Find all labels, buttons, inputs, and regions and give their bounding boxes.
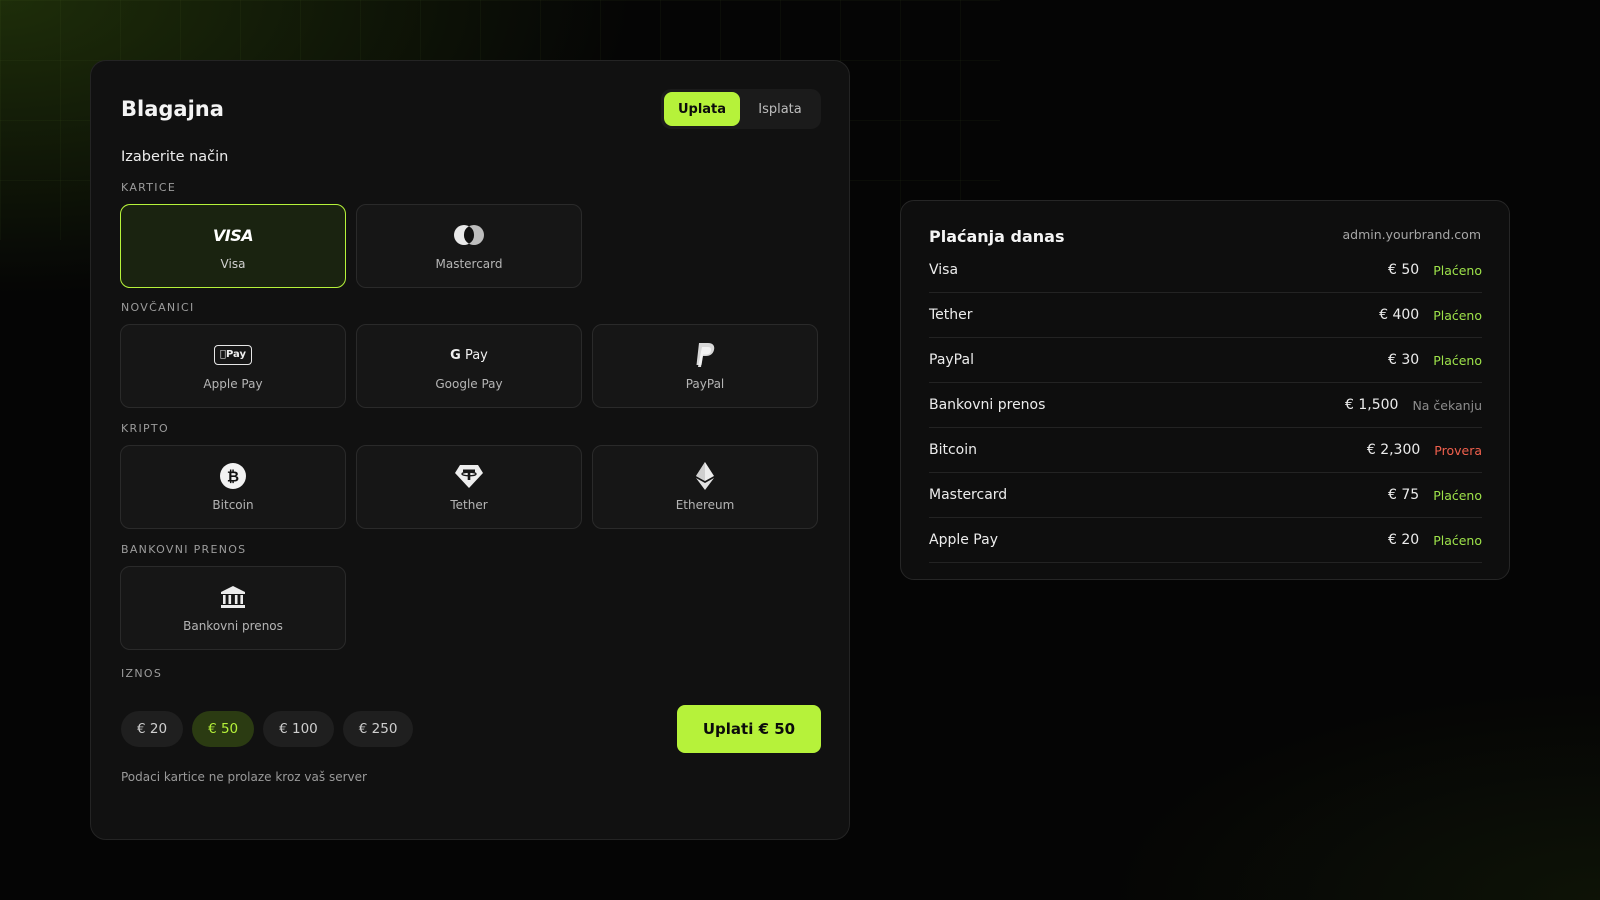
amount-options: € 20 € 50 € 100 € 250: [121, 711, 414, 747]
bitcoin-icon: ₿: [219, 462, 247, 490]
admin-domain: admin.yourbrand.com: [1342, 227, 1481, 242]
status-badge: Plaćeno: [1433, 352, 1482, 368]
tab-withdraw[interactable]: Isplata: [742, 92, 818, 126]
amount-option-250[interactable]: € 250: [342, 711, 414, 747]
deposit-button[interactable]: Uplati € 50: [677, 705, 821, 753]
payment-row[interactable]: Bitcoin € 2,300 Provera: [929, 428, 1482, 473]
payment-method: Bankovni prenos: [929, 397, 1046, 413]
section-label-crypto: KRIPTO: [121, 422, 169, 435]
payments-today-panel: Plaćanja danas admin.yourbrand.com Visa …: [900, 200, 1510, 580]
status-badge: Plaćeno: [1433, 262, 1482, 278]
method-mastercard[interactable]: Mastercard: [356, 204, 582, 288]
payment-amount: € 1,500: [1345, 397, 1399, 413]
method-label: Apple Pay: [203, 377, 263, 391]
payment-row[interactable]: Apple Pay € 20 Plaćeno: [929, 518, 1482, 563]
payment-amount: € 400: [1379, 307, 1420, 323]
payment-row[interactable]: Bankovni prenos € 1,500 Na čekanju: [929, 383, 1482, 428]
payment-method: Tether: [929, 307, 973, 323]
payment-row[interactable]: Tether € 400 Plaćeno: [929, 293, 1482, 338]
method-bitcoin[interactable]: ₿ Bitcoin: [120, 445, 346, 529]
status-badge: Na čekanju: [1412, 397, 1482, 413]
payment-method: Bitcoin: [929, 442, 978, 458]
amount-option-50[interactable]: € 50: [192, 711, 255, 747]
method-label: Google Pay: [435, 377, 503, 391]
status-badge: Plaćeno: [1433, 532, 1482, 548]
method-ethereum[interactable]: Ethereum: [592, 445, 818, 529]
google-pay-icon: G Pay: [450, 347, 488, 363]
payment-method: PayPal: [929, 352, 974, 368]
payments-list: Visa € 50 Plaćeno Tether € 400 Plaćeno P…: [929, 248, 1482, 563]
method-label: Ethereum: [675, 498, 735, 512]
mastercard-icon: [452, 221, 486, 249]
payment-row[interactable]: Mastercard € 75 Plaćeno: [929, 473, 1482, 518]
ethereum-icon: [695, 462, 715, 490]
payment-method: Apple Pay: [929, 532, 998, 548]
amount-option-20[interactable]: € 20: [121, 711, 184, 747]
method-label: Mastercard: [435, 257, 503, 271]
payment-amount: € 2,300: [1366, 442, 1421, 458]
security-note: Podaci kartice ne prolaze kroz vaš serve…: [121, 770, 367, 784]
payment-row[interactable]: Visa € 50 Plaćeno: [929, 248, 1482, 293]
section-label-cards: KARTICE: [121, 181, 177, 194]
bank-icon: [220, 583, 246, 611]
paypal-icon: [693, 341, 717, 369]
payment-amount: € 20: [1388, 532, 1420, 548]
method-label: PayPal: [685, 377, 725, 391]
status-badge: Plaćeno: [1433, 307, 1482, 323]
payment-row[interactable]: PayPal € 30 Plaćeno: [929, 338, 1482, 383]
method-google-pay[interactable]: G Pay Google Pay: [356, 324, 582, 408]
payment-amount: € 50: [1388, 262, 1420, 278]
deposit-withdraw-toggle: Uplata Isplata: [661, 89, 821, 129]
payment-amount: € 30: [1388, 352, 1420, 368]
method-tether[interactable]: Tether: [356, 445, 582, 529]
apple-pay-icon: Pay: [213, 341, 253, 369]
method-apple-pay[interactable]: Pay Apple Pay: [120, 324, 346, 408]
status-badge: Plaćeno: [1433, 487, 1482, 503]
method-label: Tether: [450, 498, 488, 512]
status-badge: Provera: [1434, 442, 1482, 458]
method-label: Bankovni prenos: [183, 619, 283, 633]
method-label: Bitcoin: [212, 498, 254, 512]
cashier-panel: Blagajna Uplata Isplata Izaberite način …: [90, 60, 850, 840]
svg-text:₿: ₿: [227, 468, 239, 486]
method-label: Visa: [220, 257, 246, 271]
payments-title: Plaćanja danas: [929, 227, 1065, 246]
visa-icon: VISA: [212, 225, 254, 245]
method-bank-transfer[interactable]: Bankovni prenos: [120, 566, 346, 650]
method-visa[interactable]: VISA Visa: [120, 204, 346, 288]
payment-amount: € 75: [1388, 487, 1420, 503]
page-title: Blagajna: [121, 97, 224, 121]
choose-method-heading: Izaberite način: [121, 149, 229, 165]
amount-option-100[interactable]: € 100: [263, 711, 334, 747]
section-label-wallets: NOVČANICI: [121, 301, 195, 314]
tab-deposit[interactable]: Uplata: [664, 92, 740, 126]
section-label-amount: IZNOS: [121, 667, 163, 680]
payment-method: Mastercard: [929, 487, 1008, 503]
tether-icon: [454, 462, 484, 490]
section-label-bank: BANKOVNI PRENOS: [121, 543, 247, 556]
payment-method: Visa: [929, 262, 959, 278]
method-paypal[interactable]: PayPal: [592, 324, 818, 408]
